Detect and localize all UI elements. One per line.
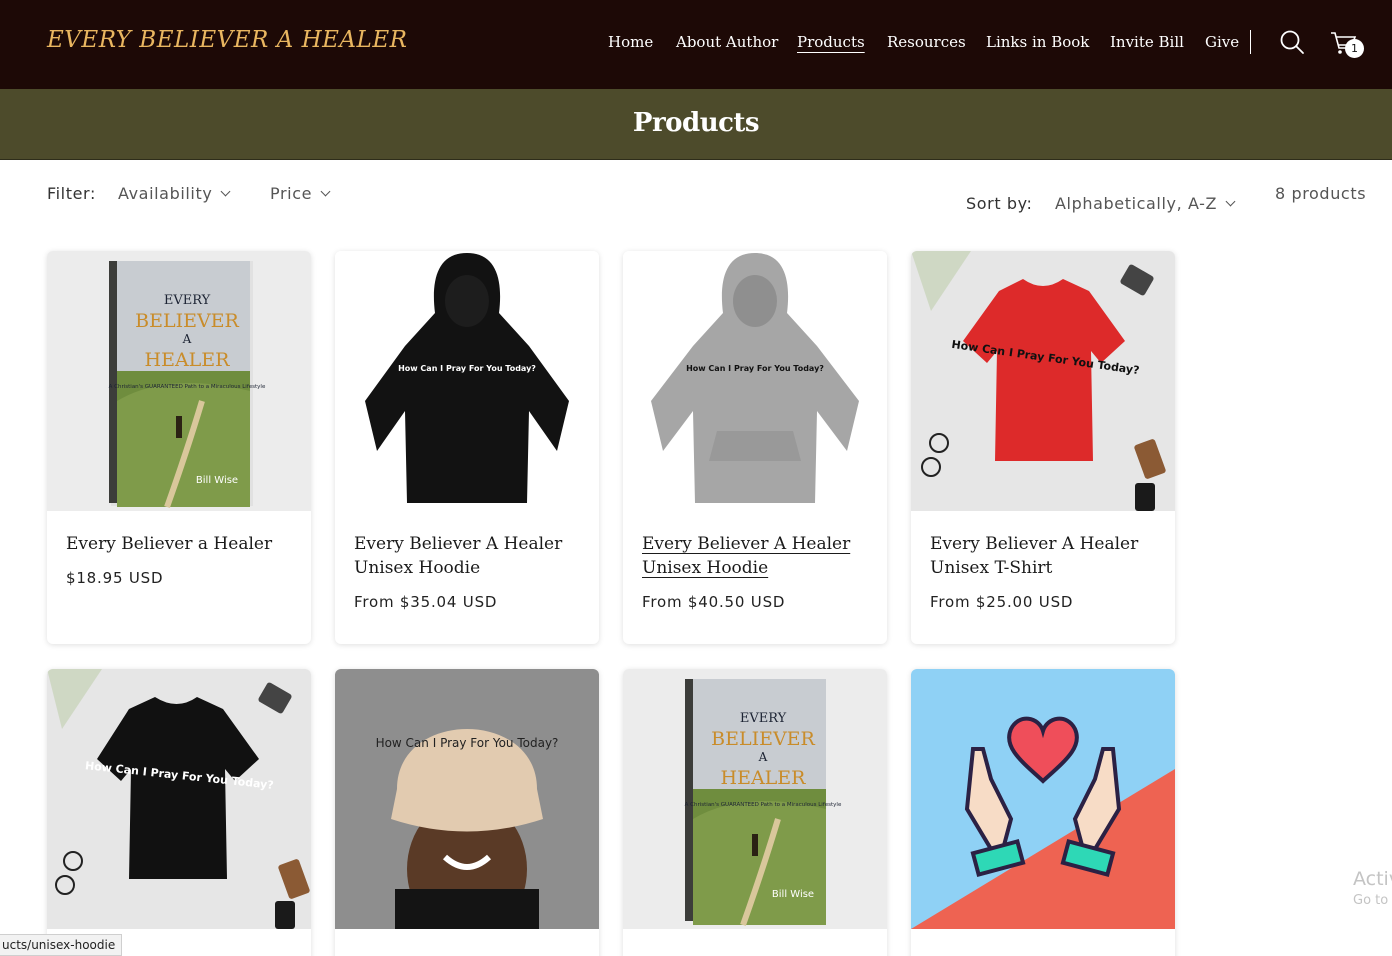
nav-links-in-book[interactable]: Links in Book bbox=[986, 33, 1089, 51]
cap-print-text: How Can I Pray For You Today? bbox=[376, 736, 559, 750]
chevron-down-icon bbox=[1225, 196, 1236, 207]
nav-home[interactable]: Home bbox=[608, 33, 653, 51]
sort-select[interactable]: Alphabetically, A-Z bbox=[1055, 194, 1236, 213]
book-author: Bill Wise bbox=[196, 475, 238, 486]
status-url-tooltip: ucts/unisex-hoodie bbox=[0, 934, 123, 956]
product-price: $18.95 USD bbox=[66, 569, 164, 587]
chevron-down-icon bbox=[220, 186, 231, 197]
cart-count-badge[interactable]: 1 bbox=[1345, 39, 1364, 58]
book-title-line2: BELIEVER bbox=[711, 728, 815, 750]
product-title[interactable]: Every Believer A Healer Unisex Hoodie bbox=[354, 532, 584, 580]
banner-divider bbox=[0, 159, 1392, 160]
hoodie-print-text: How Can I Pray For You Today? bbox=[686, 364, 824, 373]
price-filter[interactable]: Price bbox=[270, 184, 331, 203]
availability-filter-label: Availability bbox=[118, 184, 213, 203]
hoodie-print-text: How Can I Pray For You Today? bbox=[398, 364, 536, 373]
sort-select-value: Alphabetically, A-Z bbox=[1055, 194, 1218, 213]
product-image-heart-hands[interactable] bbox=[911, 669, 1175, 929]
product-card[interactable]: EVERY BELIEVER A HEALER A Christian's GU… bbox=[47, 251, 311, 644]
chevron-down-icon bbox=[320, 186, 331, 197]
site-logo[interactable]: EVERY BELIEVER A HEALER bbox=[47, 27, 407, 53]
nav-about-author[interactable]: About Author bbox=[676, 33, 778, 51]
price-filter-label: Price bbox=[270, 184, 313, 203]
product-card[interactable] bbox=[911, 669, 1175, 956]
product-image-book[interactable]: EVERY BELIEVER A HEALER A Christian's GU… bbox=[47, 251, 311, 511]
product-card[interactable]: How Can I Pray For You Today? bbox=[47, 669, 311, 956]
product-card[interactable]: How Can I Pray For You Today? Every Beli… bbox=[623, 251, 887, 644]
site-header: EVERY BELIEVER A HEALER Home About Autho… bbox=[0, 0, 1392, 89]
product-card[interactable]: How Can I Pray For You Today? Every Beli… bbox=[911, 251, 1175, 644]
product-price: From $35.04 USD bbox=[354, 593, 498, 611]
product-image-black-hoodie[interactable]: How Can I Pray For You Today? bbox=[335, 251, 599, 511]
product-image-black-tshirt[interactable]: How Can I Pray For You Today? bbox=[47, 669, 311, 929]
product-price: From $40.50 USD bbox=[642, 593, 786, 611]
product-title[interactable]: Every Believer a Healer bbox=[66, 532, 296, 556]
activation-watermark-subtext: Go to bbox=[1353, 893, 1389, 908]
product-image-beige-cap[interactable]: How Can I Pray For You Today? bbox=[335, 669, 599, 929]
activation-watermark: Activ bbox=[1353, 868, 1392, 890]
book-title-line2: BELIEVER bbox=[135, 310, 239, 332]
page-title: Products bbox=[632, 108, 760, 138]
product-title[interactable]: Every Believer A Healer Unisex Hoodie bbox=[642, 532, 872, 580]
book-author: Bill Wise bbox=[772, 889, 814, 900]
product-image-gray-hoodie[interactable]: How Can I Pray For You Today? bbox=[623, 251, 887, 511]
product-card[interactable]: How Can I Pray For You Today? Every Beli… bbox=[335, 251, 599, 644]
product-title[interactable]: Every Believer A Healer Unisex T-Shirt bbox=[930, 532, 1160, 580]
product-image-red-tshirt[interactable]: How Can I Pray For You Today? bbox=[911, 251, 1175, 511]
book-title-line3: A bbox=[758, 750, 768, 764]
nav-products[interactable]: Products bbox=[797, 33, 865, 51]
search-icon[interactable] bbox=[1278, 28, 1308, 58]
nav-give[interactable]: Give bbox=[1205, 33, 1239, 51]
product-card[interactable]: EVERY BELIEVER A HEALER A Christian's GU… bbox=[623, 669, 887, 956]
nav-divider bbox=[1250, 30, 1251, 54]
nav-resources[interactable]: Resources bbox=[887, 33, 966, 51]
nav-invite-bill[interactable]: Invite Bill bbox=[1110, 33, 1184, 51]
filter-label: Filter: bbox=[47, 184, 96, 203]
book-title-line4: HEALER bbox=[145, 349, 231, 371]
product-image-book[interactable]: EVERY BELIEVER A HEALER A Christian's GU… bbox=[623, 669, 887, 929]
product-card[interactable]: How Can I Pray For You Today? bbox=[335, 669, 599, 956]
book-title-line3: A bbox=[182, 332, 192, 346]
book-subtitle: A Christian's GUARANTEED Path to a Mirac… bbox=[109, 384, 266, 390]
availability-filter[interactable]: Availability bbox=[118, 184, 231, 203]
book-title-line1: EVERY bbox=[164, 293, 211, 308]
product-price: From $25.00 USD bbox=[930, 593, 1074, 611]
page-banner: Products bbox=[0, 89, 1392, 160]
book-title-line1: EVERY bbox=[740, 711, 787, 726]
book-subtitle: A Christian's GUARANTEED Path to a Mirac… bbox=[685, 802, 842, 808]
product-count: 8 products bbox=[1275, 184, 1367, 203]
sort-label: Sort by: bbox=[966, 194, 1033, 213]
book-title-line4: HEALER bbox=[721, 767, 807, 789]
